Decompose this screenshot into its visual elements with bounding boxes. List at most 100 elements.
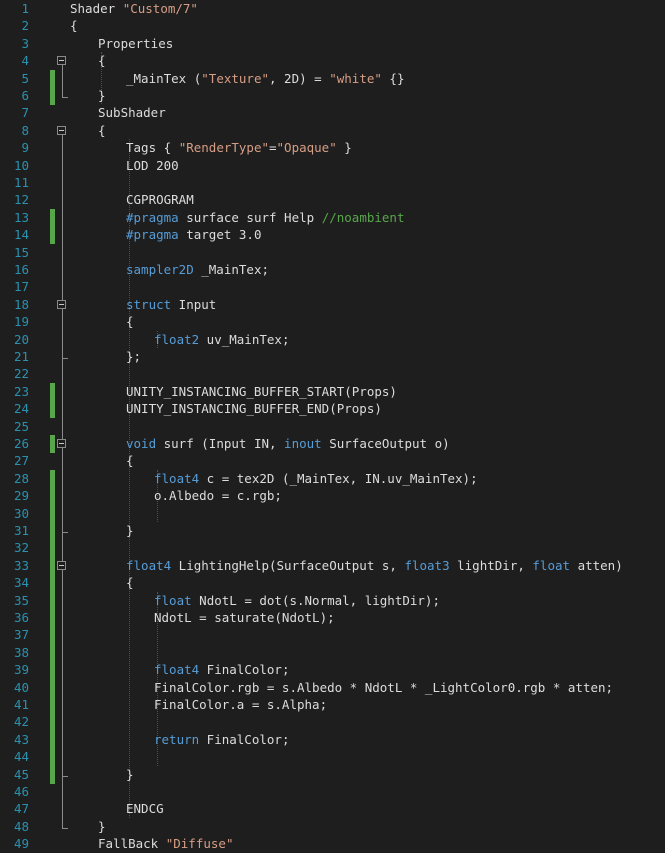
line-number: 18 bbox=[13, 296, 29, 312]
code-line[interactable]: 35 float NdotL = dot(s.Normal, lightDir); bbox=[0, 591, 665, 610]
code-line[interactable]: 21}; bbox=[0, 348, 665, 365]
code-token: LightingHelp(SurfaceOutput s, bbox=[171, 557, 405, 573]
change-marker bbox=[50, 69, 55, 88]
code-line[interactable]: 32 bbox=[0, 539, 665, 558]
code-line[interactable]: 48} bbox=[0, 818, 665, 835]
collapse-minus-icon[interactable] bbox=[57, 560, 66, 570]
code-line[interactable]: 23 UNITY_INSTANCING_BUFFER_START(Props) bbox=[0, 382, 665, 401]
code-text: void surf (Input IN, inout SurfaceOutput… bbox=[126, 435, 450, 452]
code-line[interactable]: 46 bbox=[0, 783, 665, 800]
code-token: Input bbox=[171, 296, 217, 312]
code-line[interactable]: 8{ bbox=[0, 122, 665, 139]
code-line[interactable]: 37 bbox=[0, 626, 665, 645]
code-line[interactable]: 15 bbox=[0, 244, 665, 261]
line-number: 5 bbox=[21, 70, 29, 86]
code-line[interactable]: 14 #pragma target 3.0 bbox=[0, 226, 665, 245]
code-line[interactable]: 28 float4 c = tex2D (_MainTex, IN.uv_Main… bbox=[0, 469, 665, 488]
code-line[interactable]: 25 bbox=[0, 418, 665, 435]
code-line[interactable]: 27 { bbox=[0, 452, 665, 469]
collapse-minus-icon[interactable] bbox=[57, 299, 66, 309]
code-line[interactable]: 33 float4 LightingHelp(SurfaceOutput s, f… bbox=[0, 556, 665, 575]
code-line[interactable]: 22 bbox=[0, 365, 665, 382]
line-number: 6 bbox=[21, 88, 29, 103]
code-line[interactable]: 40 FinalColor.rgb = s.Albedo * NdotL * _L… bbox=[0, 678, 665, 697]
code-line[interactable]: 49 FallBack "Diffuse" bbox=[0, 835, 665, 852]
code-line[interactable]: 30 bbox=[0, 504, 665, 523]
change-marker bbox=[50, 765, 55, 784]
code-line[interactable]: 18 struct Input bbox=[0, 296, 665, 313]
code-text: UNITY_INSTANCING_BUFFER_START(Props) bbox=[126, 383, 397, 400]
code-line[interactable]: 38 bbox=[0, 643, 665, 662]
code-token: UNITY_INSTANCING_BUFFER_END(Props) bbox=[126, 401, 382, 417]
code-line[interactable]: 5 _MainTex ("Texture", 2D) = "white" {} bbox=[0, 69, 665, 88]
line-number: 45 bbox=[13, 766, 29, 782]
code-line[interactable]: 1 Shader "Custom/7" bbox=[0, 0, 665, 17]
code-text: } bbox=[98, 87, 106, 104]
collapse-minus-icon[interactable] bbox=[57, 125, 66, 135]
code-line[interactable]: 6} bbox=[0, 87, 665, 105]
code-line[interactable]: 20 float2 uv_MainTex; bbox=[0, 331, 665, 348]
code-line[interactable]: 39 float4 FinalColor; bbox=[0, 661, 665, 680]
code-line[interactable]: 2{ bbox=[0, 17, 665, 34]
line-number: 41 bbox=[13, 697, 29, 712]
change-marker bbox=[50, 591, 55, 610]
code-text: #pragma surface surf Help //noambient bbox=[126, 209, 404, 226]
code-line[interactable]: 36 NdotL = saturate(NdotL); bbox=[0, 609, 665, 627]
code-line[interactable]: 45} bbox=[0, 765, 665, 784]
change-marker bbox=[50, 522, 55, 540]
line-number: 14 bbox=[13, 227, 29, 243]
code-text: { bbox=[70, 17, 78, 34]
code-editor[interactable]: 1 Shader "Custom/7" 2{3 Properties 4{5 _MainT… bbox=[0, 0, 665, 853]
code-line[interactable]: 41 FinalColor.a = s.Alpha; bbox=[0, 696, 665, 714]
code-text: float4 LightingHelp(SurfaceOutput s, flo… bbox=[126, 557, 623, 574]
code-line[interactable]: 9 Tags { "RenderType"="Opaque" } bbox=[0, 139, 665, 156]
code-token: FinalColor.rgb = s.Albedo * NdotL * _Lig… bbox=[154, 679, 614, 695]
code-token: Properties bbox=[98, 35, 174, 51]
code-token: lightDir, bbox=[449, 557, 533, 573]
code-token: } bbox=[98, 818, 106, 834]
code-line[interactable]: 29 o.Albedo = c.rgb; bbox=[0, 487, 665, 506]
code-line[interactable]: 4{ bbox=[0, 52, 665, 69]
line-number: 8 bbox=[21, 122, 29, 138]
code-text: FallBack "Diffuse" bbox=[98, 835, 233, 852]
change-marker bbox=[50, 609, 55, 627]
code-line[interactable]: 43 return FinalColor; bbox=[0, 730, 665, 749]
code-token: , 2D) = bbox=[269, 70, 330, 86]
code-line[interactable]: 42 bbox=[0, 713, 665, 732]
code-line[interactable]: 24 UNITY_INSTANCING_BUFFER_END(Props) bbox=[0, 400, 665, 419]
code-token: //noambient bbox=[321, 209, 405, 225]
code-line[interactable]: 47 ENDCG bbox=[0, 800, 665, 817]
code-line[interactable]: 13 #pragma surface surf Help //noambient bbox=[0, 208, 665, 227]
collapse-minus-icon[interactable] bbox=[57, 439, 66, 448]
collapse-minus-icon[interactable] bbox=[57, 56, 66, 66]
code-token: SubShader bbox=[98, 105, 166, 121]
code-line[interactable]: 10 LOD 200 bbox=[0, 157, 665, 174]
code-line[interactable]: 12 CGPROGRAM bbox=[0, 191, 665, 208]
code-line[interactable]: 31} bbox=[0, 522, 665, 540]
code-line[interactable]: 3 Properties bbox=[0, 35, 665, 52]
line-number: 10 bbox=[13, 157, 29, 173]
code-line[interactable]: 26 void surf (Input IN, inout SurfaceOutp… bbox=[0, 435, 665, 453]
code-token: _MainTex; bbox=[193, 262, 269, 277]
code-line[interactable]: 7 SubShader bbox=[0, 104, 665, 121]
code-token: } bbox=[126, 523, 134, 538]
line-number: 43 bbox=[13, 731, 29, 747]
change-marker bbox=[50, 713, 55, 732]
line-number: 15 bbox=[13, 244, 29, 260]
code-line[interactable]: 19 { bbox=[0, 313, 665, 330]
code-text: o.Albedo = c.rgb; bbox=[154, 487, 282, 504]
code-line[interactable]: 44 bbox=[0, 748, 665, 767]
line-number: 2 bbox=[21, 18, 29, 34]
code-line[interactable]: 17 bbox=[0, 278, 665, 295]
code-token: o.Albedo = c.rgb; bbox=[154, 488, 282, 504]
code-token: inout bbox=[284, 436, 322, 451]
line-number: 29 bbox=[13, 488, 29, 504]
code-line[interactable]: 34 { bbox=[0, 574, 665, 593]
code-line[interactable]: 11 bbox=[0, 174, 665, 191]
code-token: CGPROGRAM bbox=[126, 192, 194, 208]
code-line[interactable]: 16 sampler2D _MainTex; bbox=[0, 261, 665, 278]
line-number: 40 bbox=[13, 679, 29, 695]
code-text: Shader "Custom/7" bbox=[70, 0, 198, 17]
code-token: void bbox=[126, 436, 157, 451]
code-token: }; bbox=[126, 349, 142, 364]
